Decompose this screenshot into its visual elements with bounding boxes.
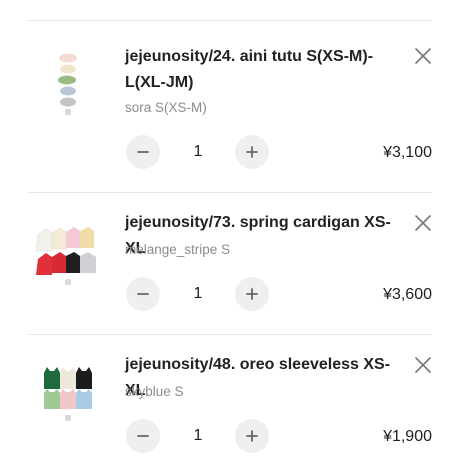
plus-icon — [246, 288, 258, 300]
minus-icon — [137, 151, 149, 153]
plus-icon — [246, 430, 258, 442]
item-price: ¥3,100 — [383, 144, 432, 161]
decrease-quantity-button[interactable] — [126, 419, 160, 453]
minus-icon — [137, 293, 149, 295]
cart-item: jejeunosity/73. spring cardigan XS-XL me… — [0, 193, 460, 335]
sleeveless-tops-grid-image — [44, 367, 92, 421]
minus-icon — [137, 435, 149, 437]
product-thumbnail[interactable] — [38, 45, 102, 125]
quantity-value: 1 — [193, 427, 203, 444]
item-price: ¥3,600 — [383, 286, 432, 303]
close-icon — [415, 357, 431, 373]
item-price: ¥1,900 — [383, 428, 432, 445]
cardigan-color-grid-image — [35, 227, 96, 285]
stacked-tutu-skirts-image — [58, 53, 77, 115]
product-thumbnail[interactable] — [38, 363, 102, 443]
product-variant: sora S(XS-M) — [125, 100, 207, 115]
remove-item-button[interactable] — [413, 46, 433, 66]
plus-icon — [246, 146, 258, 158]
remove-item-button[interactable] — [413, 213, 433, 233]
close-icon — [415, 215, 431, 231]
increase-quantity-button[interactable] — [235, 419, 269, 453]
close-icon — [415, 48, 431, 64]
quantity-value: 1 — [193, 285, 203, 302]
remove-item-button[interactable] — [413, 355, 433, 375]
cart-page: jejeunosity/24. aini tutu S(XS-M)-L(XL-J… — [0, 0, 460, 460]
product-title[interactable]: jejeunosity/24. aini tutu S(XS-M)-L(XL-J… — [125, 44, 395, 96]
quantity-value: 1 — [193, 143, 203, 160]
decrease-quantity-button[interactable] — [126, 135, 160, 169]
increase-quantity-button[interactable] — [235, 135, 269, 169]
product-thumbnail[interactable] — [32, 221, 104, 301]
product-variant: melange_stripe S — [125, 242, 231, 257]
cart-item: jejeunosity/48. oreo sleeveless XS-XL sk… — [0, 335, 460, 460]
cart-item: jejeunosity/24. aini tutu S(XS-M)-L(XL-J… — [0, 21, 460, 169]
product-variant: skyblue S — [125, 384, 184, 399]
decrease-quantity-button[interactable] — [126, 277, 160, 311]
increase-quantity-button[interactable] — [235, 277, 269, 311]
